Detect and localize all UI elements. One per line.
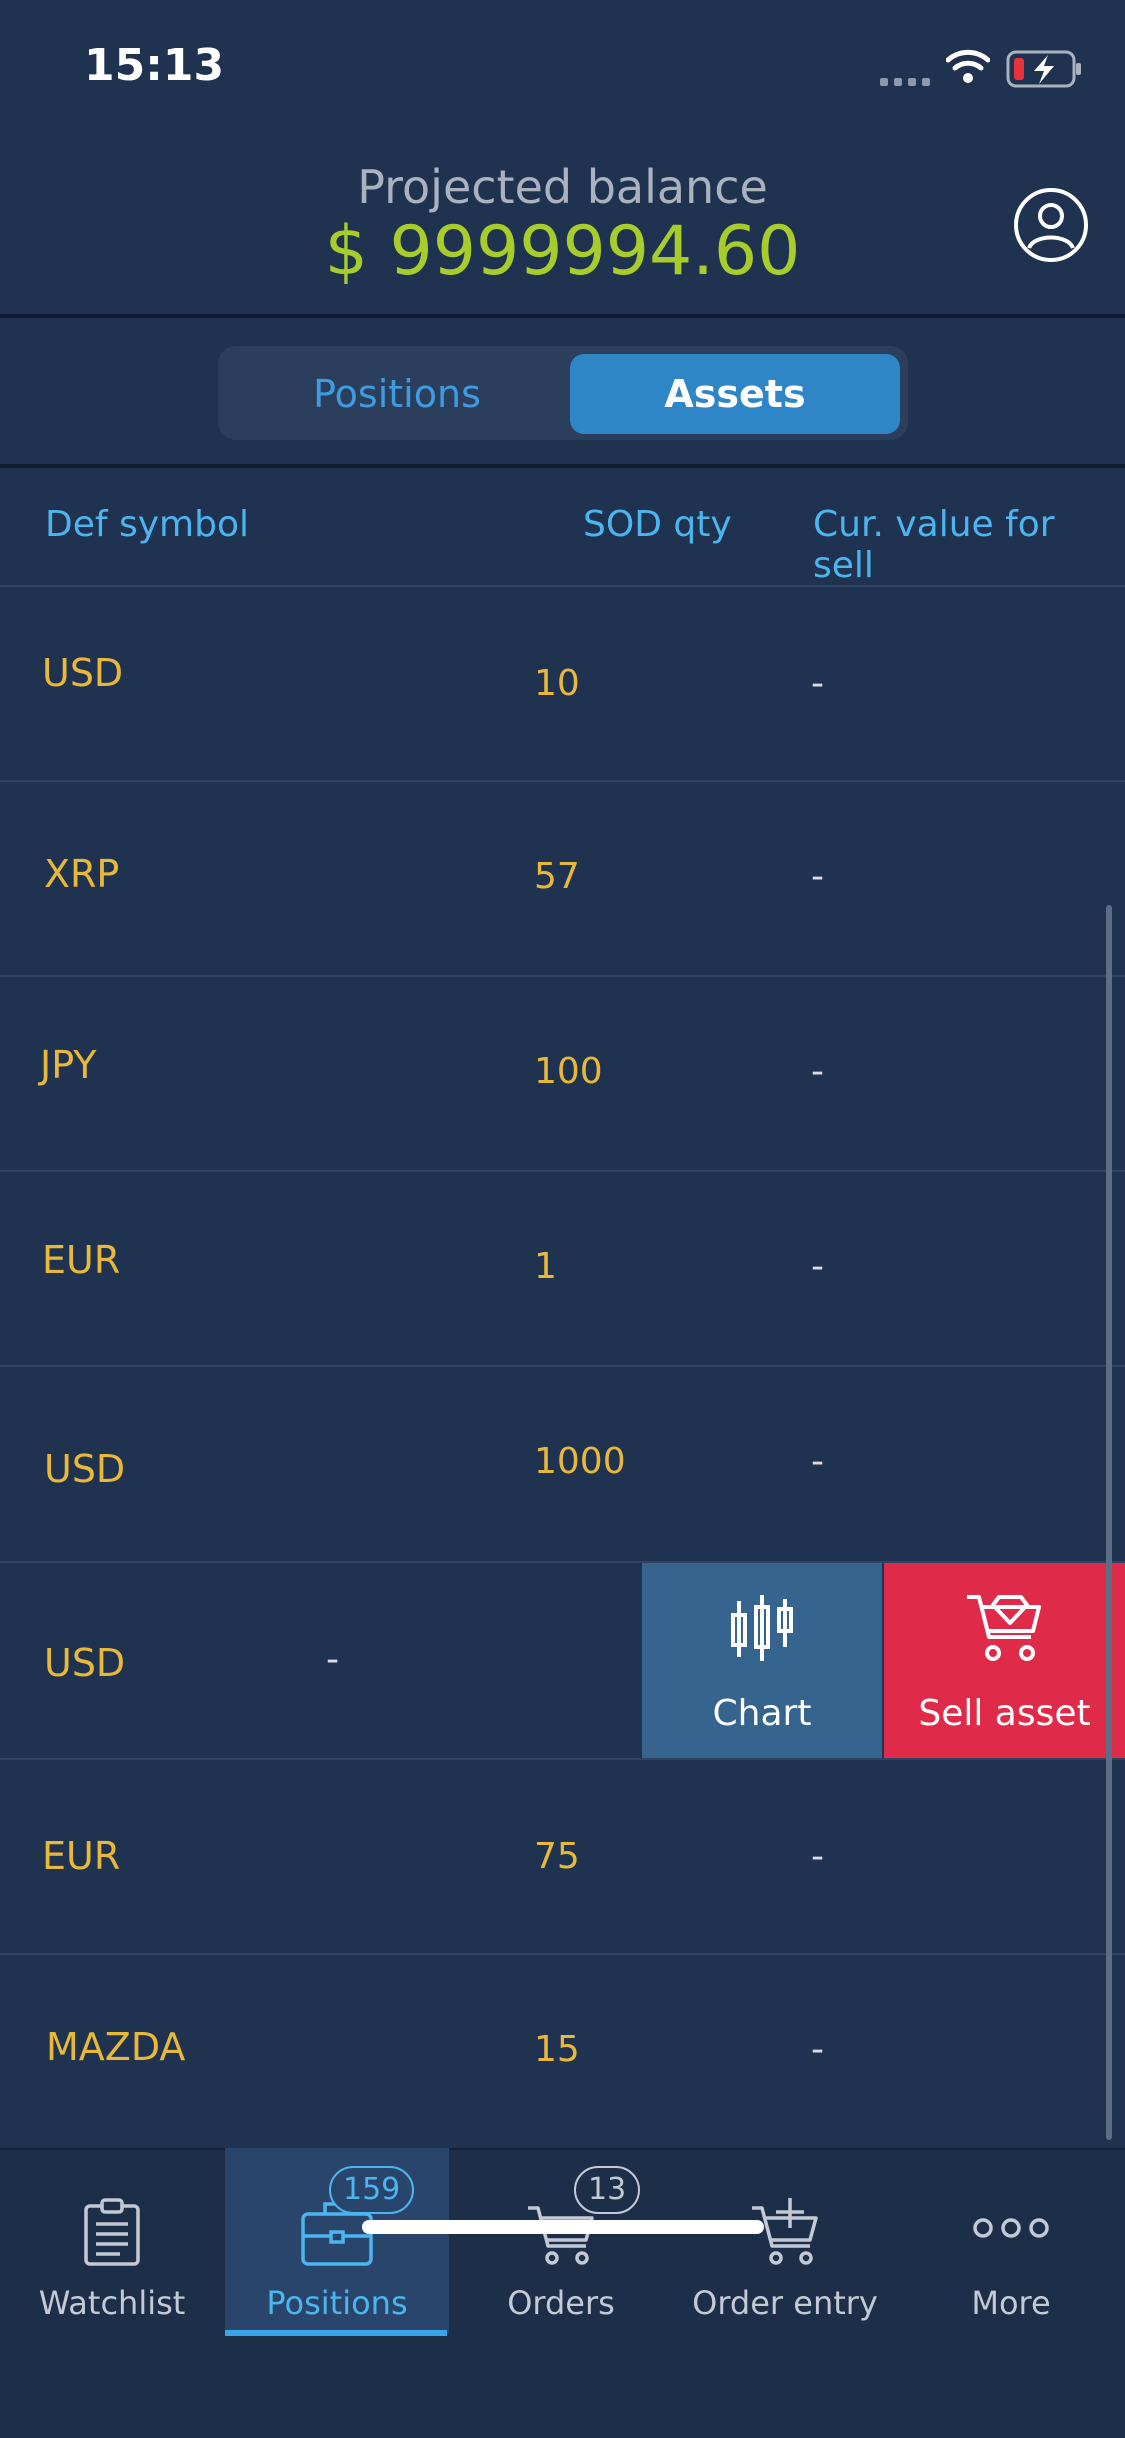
row-value: - [811, 2029, 824, 2070]
row-value: - [811, 1051, 824, 1092]
table-row[interactable]: USD - [0, 1563, 640, 1758]
tab-assets-segment[interactable]: Assets [570, 354, 900, 434]
sell-asset-action-label: Sell asset [918, 1693, 1091, 1734]
row-qty: 1 [534, 1246, 557, 1287]
status-time: 15:13 [84, 40, 225, 91]
tab-positions[interactable]: 159 Positions [225, 2148, 449, 2333]
row-qty: 100 [534, 1051, 603, 1092]
row-symbol: EUR [42, 1238, 121, 1282]
user-profile-icon[interactable] [1012, 186, 1090, 268]
tab-watchlist[interactable]: Watchlist [0, 2148, 224, 2333]
cellular-signal-icon [880, 78, 932, 86]
tab-order-entry[interactable]: Order entry [673, 2148, 897, 2333]
active-tab-indicator [225, 2330, 447, 2336]
tab-more[interactable]: More [897, 2148, 1125, 2333]
clipboard-icon [82, 2198, 142, 2272]
column-header-qty[interactable]: SOD qty [583, 504, 732, 545]
tab-positions-label: Positions [266, 2284, 408, 2322]
row-qty: 75 [534, 1836, 580, 1877]
row-symbol: JPY [40, 1043, 97, 1087]
diamond-cart-icon [965, 1591, 1045, 1669]
battery-icon [1006, 50, 1084, 92]
row-qty: 57 [534, 856, 580, 897]
row-value: - [811, 663, 824, 704]
row-value: - [811, 1836, 824, 1877]
row-symbol: USD [44, 1641, 126, 1685]
chart-action-label: Chart [712, 1693, 812, 1734]
row-value: - [811, 856, 824, 897]
row-symbol: USD [42, 651, 124, 695]
home-indicator[interactable] [362, 2220, 764, 2234]
row-qty: 10 [534, 663, 580, 704]
sell-asset-action-button[interactable]: Sell asset [884, 1563, 1125, 1758]
table-row[interactable]: MAZDA 15 - [0, 1955, 1125, 2148]
tab-orders-label: Orders [507, 2284, 615, 2322]
table-row[interactable]: USD 1000 - [0, 1367, 1125, 1560]
segment-divider [0, 464, 1125, 468]
table-row[interactable]: EUR 75 - [0, 1760, 1125, 1953]
tab-orders[interactable]: 13 Orders [449, 2148, 673, 2333]
candlestick-chart-icon [727, 1591, 797, 1667]
row-value: - [811, 1441, 824, 1482]
row-symbol: EUR [42, 1834, 121, 1878]
row-symbol: USD [44, 1447, 126, 1491]
header-divider [0, 314, 1125, 318]
row-qty: 1000 [534, 1441, 626, 1482]
scrollbar[interactable] [1106, 905, 1112, 2140]
table-row[interactable]: XRP 57 - [0, 782, 1125, 975]
table-row[interactable]: USD 10 - [0, 587, 1125, 780]
chart-action-button[interactable]: Chart [642, 1563, 882, 1758]
table-row[interactable]: EUR 1 - [0, 1172, 1125, 1365]
row-symbol: XRP [44, 852, 120, 896]
row-value: - [811, 1246, 824, 1287]
column-header-value[interactable]: Cur. value for sell [813, 504, 1125, 586]
positions-count-badge: 159 [329, 2166, 415, 2214]
tab-positions-segment[interactable]: Positions [232, 354, 562, 434]
wifi-icon [945, 48, 991, 88]
projected-balance-label: Projected balance [357, 160, 768, 214]
table-row[interactable]: JPY 100 - [0, 977, 1125, 1170]
tab-more-label: More [971, 2284, 1051, 2322]
cart-plus-icon [750, 2198, 820, 2272]
column-header-symbol[interactable]: Def symbol [45, 504, 249, 545]
projected-balance-value: $ 9999994.60 [324, 212, 801, 291]
row-value: - [326, 1639, 339, 1680]
tab-order-entry-label: Order entry [692, 2284, 878, 2322]
orders-count-badge: 13 [574, 2166, 641, 2214]
more-dots-icon [973, 2216, 1049, 2244]
row-qty: 15 [534, 2029, 580, 2070]
tab-watchlist-label: Watchlist [38, 2284, 186, 2322]
row-symbol: MAZDA [46, 2025, 186, 2069]
